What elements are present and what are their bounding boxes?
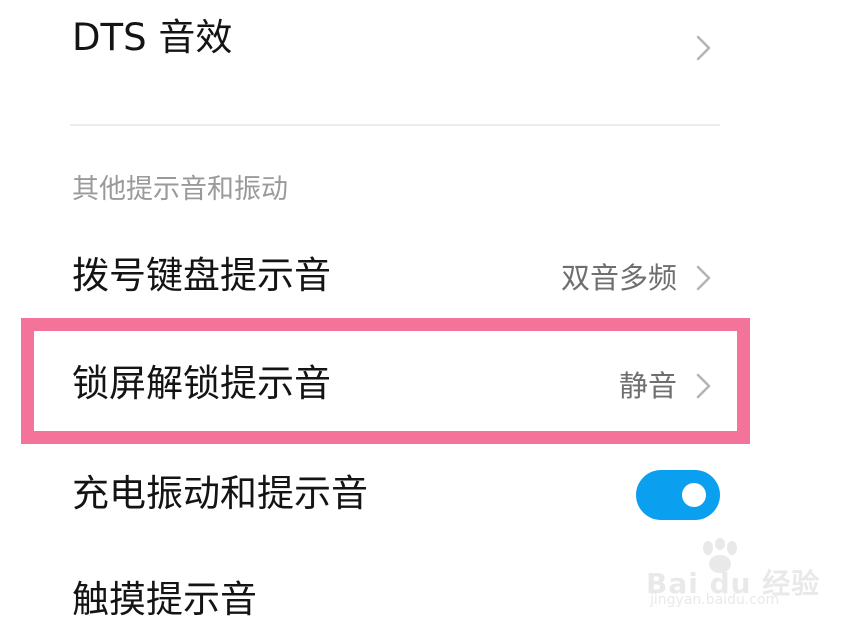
baidu-jingyan-watermark: Bai du 经验 jingyan.baidu.com — [646, 538, 819, 612]
settings-item-label: 触摸提示音 — [72, 578, 257, 621]
settings-item-value: 静音 — [618, 369, 677, 403]
settings-item-label: 充电振动和提示音 — [72, 472, 368, 515]
divider — [70, 124, 720, 126]
chevron-right-icon — [694, 34, 714, 62]
settings-item-value: 双音多频 — [560, 261, 677, 295]
watermark-site: jingyan.baidu.com — [650, 592, 780, 608]
section-title: 其他提示音和振动 — [72, 174, 288, 205]
charging-toggle-switch[interactable] — [636, 470, 720, 520]
settings-item-label: DTS 音效 — [72, 16, 233, 59]
settings-item-dts[interactable]: DTS 音效 — [0, 12, 843, 72]
settings-item-label: 拨号键盘提示音 — [72, 254, 331, 297]
settings-item-lockscreen-tone[interactable]: 锁屏解锁提示音 静音 — [0, 354, 843, 414]
settings-item-dialpad-tone[interactable]: 拨号键盘提示音 双音多频 — [0, 248, 843, 308]
toggle-knob — [682, 483, 706, 507]
settings-item-label: 锁屏解锁提示音 — [72, 362, 331, 405]
chevron-right-icon — [694, 372, 714, 400]
chevron-right-icon — [694, 264, 714, 292]
